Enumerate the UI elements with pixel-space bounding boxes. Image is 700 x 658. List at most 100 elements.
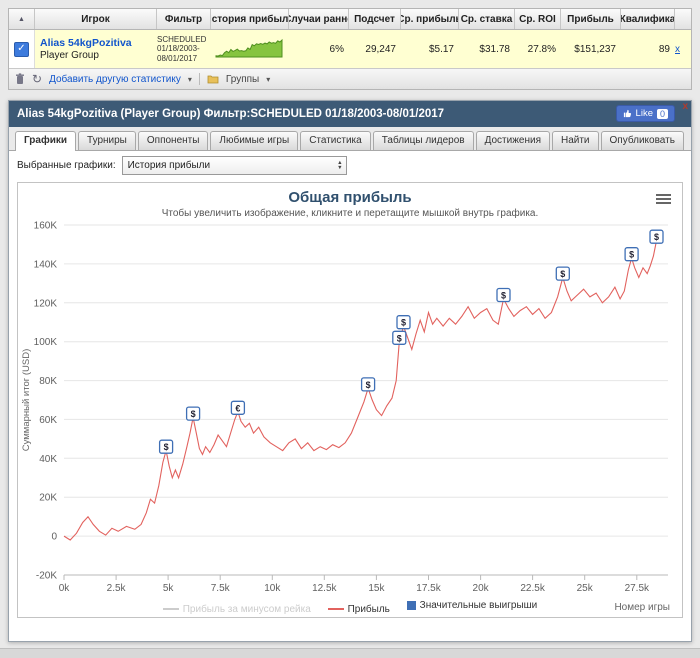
panel-title: Alias 54kgPozitiva (Player Group) Фильтр…	[17, 108, 445, 120]
col-filter[interactable]: Фильтр	[157, 9, 211, 29]
tab-bar: Графики Турниры Оппоненты Любимые игры С…	[9, 127, 691, 151]
col-early-cashes[interactable]: Случаи ранне	[289, 9, 349, 29]
profit-sparkline	[211, 38, 289, 60]
svg-text:80K: 80K	[39, 376, 57, 387]
svg-text:$: $	[629, 250, 634, 260]
player-link[interactable]: Alias 54kgPozitiva	[40, 37, 157, 49]
chart-selector-label: Выбранные графики:	[17, 160, 116, 171]
legend-item-significant-wins[interactable]: Значительные выигрыши	[406, 600, 538, 611]
legend-item-profit[interactable]: Прибыль	[327, 603, 390, 615]
header-select-column[interactable]: ▲	[9, 9, 35, 29]
early-cashes-value: 6%	[329, 43, 344, 55]
add-statistic-link[interactable]: Добавить другую статистику	[49, 74, 181, 85]
col-avg-profit[interactable]: Ср. прибыль	[401, 9, 459, 29]
thumbs-up-icon	[623, 109, 631, 118]
svg-text:$: $	[191, 409, 196, 419]
chart-selector-row: Выбранные графики: История прибыли ▲ ▼	[9, 151, 691, 180]
svg-text:27.5k: 27.5k	[625, 583, 650, 594]
svg-text:7.5k: 7.5k	[211, 583, 231, 594]
player-cell: Alias 54kgPozitiva Player Group	[35, 37, 157, 61]
chart-plot[interactable]: -20K 0 20K 40K 60K 80K 100K 120K 140K 160K 0k 2.5k 5…	[18, 219, 682, 599]
svg-text:2.5k: 2.5k	[107, 583, 127, 594]
svg-text:60K: 60K	[39, 415, 57, 426]
legend-label: Прибыль за минусом рейка	[182, 603, 311, 615]
svg-text:140K: 140K	[34, 259, 58, 270]
profit-value: $151,237	[574, 43, 616, 55]
legend-marker-swatch	[406, 601, 416, 610]
like-count: 0	[656, 108, 668, 119]
svg-text:0: 0	[51, 532, 57, 543]
svg-text:$: $	[654, 232, 659, 242]
col-count[interactable]: Подсчет	[349, 9, 401, 29]
chevron-down-icon[interactable]: ▾	[188, 75, 192, 84]
legend-item-profit-minus-rake[interactable]: Прибыль за минусом рейка	[162, 603, 311, 615]
chart-select[interactable]: История прибыли ▲ ▼	[121, 156, 347, 175]
tab-opponents[interactable]: Оппоненты	[137, 131, 209, 150]
tab-find[interactable]: Найти	[551, 131, 599, 150]
qualification-value: 89	[658, 43, 670, 55]
tab-achievements[interactable]: Достижения	[475, 131, 550, 150]
avg-roi-value: 27.8%	[527, 43, 556, 55]
chart-menu-icon[interactable]	[656, 192, 671, 206]
groups-dropdown[interactable]: Группы	[226, 74, 259, 85]
chart-footer: Прибыль за минусом рейка Прибыль Значите…	[18, 599, 682, 617]
svg-text:$: $	[401, 318, 406, 328]
x-axis-title: Номер игры	[614, 602, 670, 613]
chart-legend: Прибыль за минусом рейка Прибыль Значите…	[18, 599, 682, 615]
col-player[interactable]: Игрок	[35, 9, 157, 29]
svg-text:€: €	[235, 403, 240, 413]
stats-table: ▲ Игрок Фильтр История прибыли Случаи ра…	[8, 8, 692, 90]
trash-icon[interactable]	[15, 73, 25, 85]
svg-text:$: $	[164, 442, 169, 452]
svg-text:$: $	[366, 380, 371, 390]
sort-icon: ▲	[18, 15, 25, 23]
col-profit-history[interactable]: История прибыли	[211, 9, 289, 29]
table-row: ✓ Alias 54kgPozitiva Player Group SCHEDU…	[9, 30, 691, 69]
tab-tournaments[interactable]: Турниры	[78, 131, 136, 150]
svg-text:40K: 40K	[39, 454, 57, 465]
tab-leaderboards[interactable]: Таблицы лидеров	[372, 131, 474, 150]
avg-stake-value: $31.78	[479, 43, 510, 55]
legend-label: Прибыль	[347, 603, 390, 615]
sparkline-chart-icon	[215, 38, 283, 58]
page: ▲ Игрок Фильтр История прибыли Случаи ра…	[0, 0, 700, 658]
folder-icon	[207, 74, 219, 84]
svg-text:12.5k: 12.5k	[312, 583, 337, 594]
filter-value: SCHEDULED 01/18/2003-08/01/2017	[157, 34, 207, 63]
profit-chart: Общая прибыль Чтобы увеличить изображени…	[17, 182, 683, 618]
legend-label: Значительные выигрыши	[419, 600, 538, 611]
close-icon[interactable]: x	[682, 102, 688, 112]
tab-publish[interactable]: Опубликовать	[600, 131, 684, 150]
toolbar-divider	[198, 73, 200, 85]
svg-text:-20K: -20K	[36, 571, 57, 582]
svg-text:25k: 25k	[577, 583, 594, 594]
col-profit[interactable]: Прибыль	[561, 9, 621, 29]
chart-subtitle: Чтобы увеличить изображение, кликните и …	[161, 208, 539, 219]
avg-profit-value: $5.17	[428, 43, 454, 55]
facebook-like-button[interactable]: Like 0	[615, 105, 675, 122]
row-checkbox[interactable]: ✓	[14, 41, 29, 57]
player-panel: x Alias 54kgPozitiva (Player Group) Филь…	[8, 100, 692, 642]
col-avg-stake[interactable]: Ср. ставка	[459, 9, 515, 29]
stats-table-header: ▲ Игрок Фильтр История прибыли Случаи ра…	[9, 9, 691, 30]
svg-text:17.5k: 17.5k	[416, 583, 441, 594]
tab-favorite-games[interactable]: Любимые игры	[210, 131, 299, 150]
svg-text:120K: 120K	[34, 298, 58, 309]
stats-table-toolbar: ↻ Добавить другую статистику ▾ Группы ▾	[9, 69, 691, 89]
tab-statistics[interactable]: Статистика	[300, 131, 371, 150]
col-avg-roi[interactable]: Ср. ROI	[515, 9, 561, 29]
svg-text:20k: 20k	[473, 583, 490, 594]
svg-text:$: $	[501, 291, 506, 301]
legend-line-swatch	[162, 608, 179, 610]
svg-text:22.5k: 22.5k	[520, 583, 545, 594]
tab-graphs[interactable]: Графики	[15, 131, 77, 151]
remove-row-link[interactable]: x	[675, 44, 680, 55]
legend-line-swatch	[327, 608, 344, 610]
svg-text:$: $	[560, 269, 565, 279]
like-label: Like	[635, 108, 653, 119]
chart-title: Общая прибыль	[288, 189, 412, 206]
refresh-icon[interactable]: ↻	[32, 72, 42, 86]
chevron-down-icon[interactable]: ▾	[266, 75, 270, 84]
player-type: Player Group	[40, 50, 99, 61]
col-qualification[interactable]: Квалифика	[621, 9, 675, 29]
